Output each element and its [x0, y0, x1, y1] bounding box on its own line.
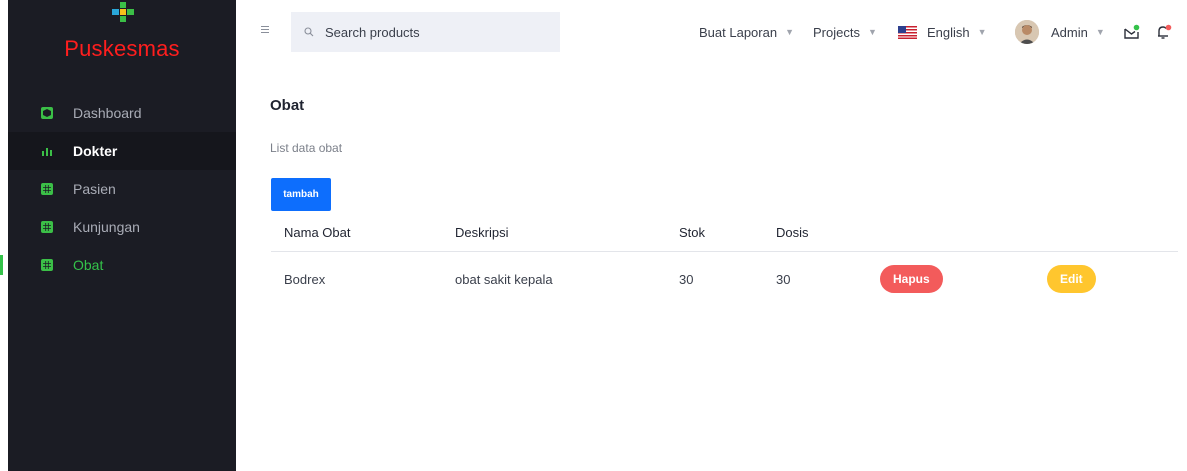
column-header-blank	[1033, 215, 1178, 252]
page-title: Obat	[270, 97, 305, 114]
table-icon	[41, 259, 53, 271]
cell-edit: Edit	[1033, 251, 1178, 307]
table-header-row: Nama Obat Deskripsi Stok Dosis	[271, 215, 1178, 252]
chevron-down-icon: ▼	[867, 27, 877, 37]
report-dropdown[interactable]: Buat Laporan ▼	[699, 0, 794, 64]
sidebar-item-label: Kunjungan	[73, 219, 140, 235]
logo-icon	[112, 2, 134, 22]
table-row: Bodrex obat sakit kepala 30 30 Hapus Edi…	[271, 251, 1178, 307]
report-label: Buat Laporan	[699, 24, 778, 40]
projects-label: Projects	[813, 24, 860, 40]
table-icon	[41, 221, 53, 233]
add-button[interactable]: tambah	[271, 178, 331, 211]
sidebar-item-label: Obat	[73, 257, 104, 273]
chevron-down-icon: ▼	[785, 27, 794, 37]
cell-deskripsi: obat sakit kepala	[455, 271, 553, 287]
table-icon	[41, 183, 53, 195]
column-header-dosis: Dosis	[762, 215, 866, 252]
cell-stok: 30	[679, 271, 694, 287]
projects-dropdown[interactable]: Projects ▼	[813, 0, 877, 64]
language-dropdown[interactable]: English ▼	[898, 0, 987, 64]
sidebar-item-label: Pasien	[73, 181, 116, 197]
column-header-stok: Stok	[665, 215, 762, 252]
search-icon	[304, 27, 314, 37]
mail-icon[interactable]	[1124, 24, 1140, 40]
dashboard-icon	[41, 107, 53, 119]
chevron-down-icon: ▼	[1095, 27, 1105, 37]
sidebar-item-label: Dashboard	[73, 105, 142, 121]
avatar	[1015, 20, 1039, 44]
sidebar-nav: Dashboard Dokter Pasien Kunjungan Obat	[0, 94, 236, 284]
edit-button[interactable]: Edit	[1047, 265, 1096, 294]
user-dropdown[interactable]: Admin ▼	[1015, 0, 1105, 64]
sidebar-item-kunjungan[interactable]: Kunjungan	[8, 208, 236, 246]
cell-nama: Bodrex	[284, 271, 326, 287]
brand-name[interactable]: Puskesmas	[8, 36, 236, 62]
cell-delete: Hapus	[866, 251, 1033, 307]
active-indicator	[0, 255, 3, 275]
cell-dosis: 30	[776, 271, 791, 287]
menu-toggle-icon[interactable]	[261, 26, 269, 33]
bell-icon[interactable]	[1156, 24, 1172, 40]
sidebar-item-label: Dokter	[73, 143, 118, 159]
search-box[interactable]	[291, 12, 560, 52]
sidebar-item-dashboard[interactable]: Dashboard	[8, 94, 236, 132]
sidebar-item-dokter[interactable]: Dokter	[8, 132, 236, 170]
us-flag-icon	[898, 25, 917, 39]
search-input[interactable]	[325, 24, 525, 40]
column-header-deskripsi: Deskripsi	[441, 215, 665, 252]
obat-table: Nama Obat Deskripsi Stok Dosis Bodrex ob…	[271, 215, 1178, 307]
chevron-down-icon: ▼	[977, 27, 987, 37]
page-subtitle: List data obat	[270, 141, 343, 155]
bar-chart-icon	[41, 145, 53, 157]
user-label: Admin	[1051, 24, 1088, 40]
sidebar: Puskesmas Dashboard Dokter Pasien Kunjun…	[0, 0, 236, 471]
delete-button[interactable]: Hapus	[880, 265, 943, 294]
column-header-nama: Nama Obat	[271, 215, 441, 252]
language-label: English	[927, 24, 970, 40]
sidebar-item-obat[interactable]: Obat	[0, 246, 236, 284]
sidebar-item-pasien[interactable]: Pasien	[8, 170, 236, 208]
column-header-blank	[866, 215, 1033, 252]
logo-area: Puskesmas	[8, 0, 236, 78]
